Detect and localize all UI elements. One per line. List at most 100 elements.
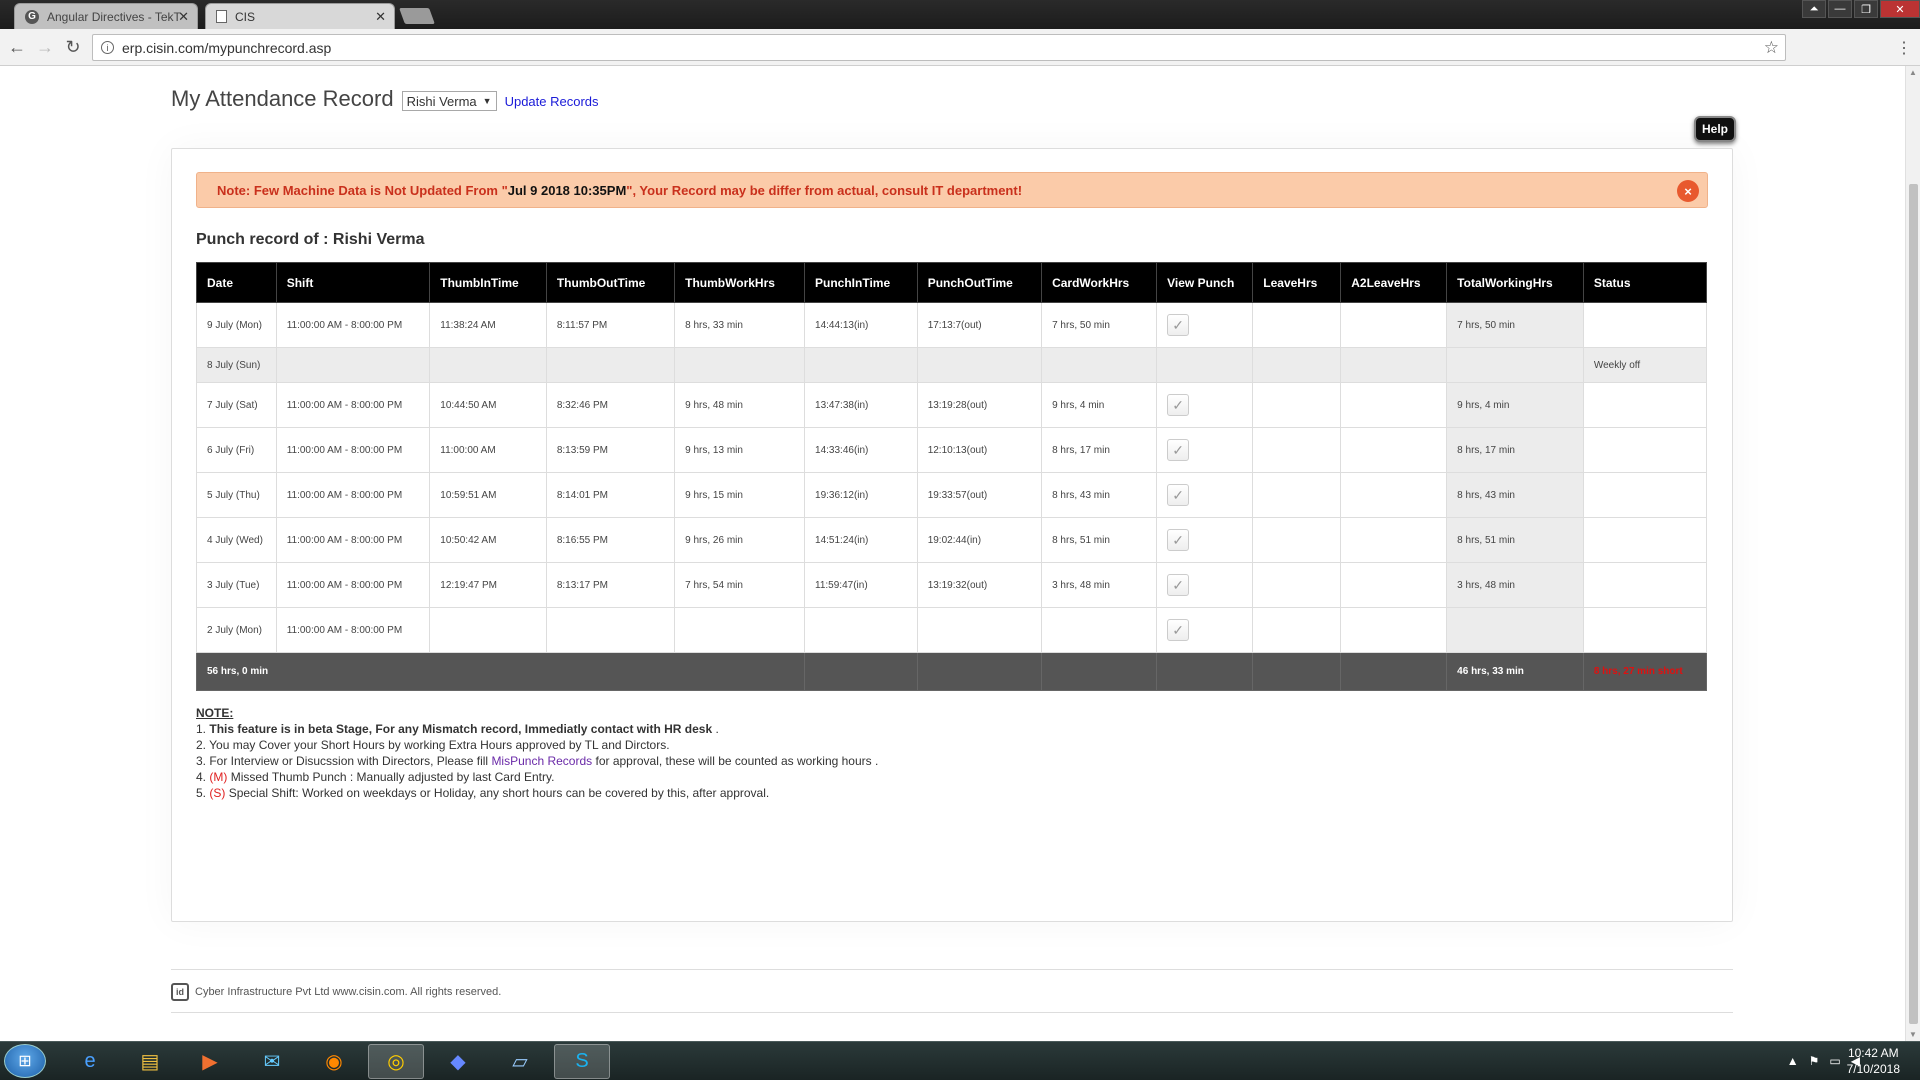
alert-prefix: Note: Few Machine Data is Not Updated Fr… [217,182,508,198]
mispunch-records-link[interactable]: MisPunch Records [491,754,592,768]
table-row: 6 July (Fri) 11:00:00 AM - 8:00:00 PM 11:0… [196,427,1708,473]
close-window-button[interactable]: ✕ [1880,0,1920,18]
attendance-panel: Note: Few Machine Data is Not Updated Fr… [171,148,1733,922]
page-header: My Attendance Record Rishi Verma ▼ Updat… [171,86,599,112]
reload-icon[interactable]: ↻ [62,37,84,58]
table-cell-card-hrs: 8 hrs, 17 min [1041,427,1158,473]
back-arrow-icon[interactable]: ← [6,37,28,58]
alert-close-icon[interactable]: × [1677,180,1699,202]
tab-cis[interactable]: CIS ✕ [205,3,395,29]
page-scrollbar[interactable]: ▲ ▼ [1905,66,1920,1041]
column-header: Shift [275,262,431,303]
table-cell-a2leave [1340,607,1448,653]
update-records-link[interactable]: Update Records [505,94,599,109]
table-cell-card-hrs: 7 hrs, 50 min [1041,302,1158,348]
close-tab-icon[interactable]: ✕ [375,9,386,25]
table-cell-shift [275,347,431,383]
table-cell-thumb-in: 11:00:00 AM [429,427,547,473]
column-header: ThumbWorkHrs [674,262,806,303]
view-punch-checkmark-icon[interactable]: ✓ [1167,314,1190,336]
action-center-flag-icon[interactable]: ⚑ [1809,1054,1820,1068]
employee-select[interactable]: Rishi Verma ▼ [401,91,497,111]
chrome-icon[interactable]: ◎ [368,1044,424,1079]
thunderbird-icon[interactable]: ✉ [244,1044,300,1079]
network-icon[interactable]: ▭ [1829,1054,1840,1068]
notes-app-icon[interactable]: ▱ [492,1044,548,1079]
tab-title: CIS [235,9,256,24]
footer: id Cyber Infrastructure Pvt Ltd www.cisi… [171,983,501,1001]
scrollbar-thumb[interactable] [1909,184,1918,1024]
total-empty-cell [1156,652,1254,691]
table-cell-a2leave [1340,302,1448,348]
punch-record-table: Date Shift ThumbInTime ThumbOutTime Thum… [195,262,1708,691]
bookmark-star-icon[interactable]: ☆ [1764,38,1779,58]
show-hidden-icons-icon[interactable]: ▲ [1787,1054,1799,1068]
table-cell-view: ✓ [1156,517,1254,563]
scroll-down-icon[interactable]: ▼ [1909,1030,1917,1039]
maximize-button[interactable]: ❐ [1854,0,1878,18]
table-cell-view: ✓ [1156,562,1254,608]
browser-tab-bar: G Angular Directives - TekT ✕ CIS ✕ ⏶ — … [0,0,1920,29]
table-cell-total [1446,347,1584,383]
table-cell-punch-in: 14:51:24(in) [804,517,918,563]
view-punch-checkmark-icon[interactable]: ✓ [1167,574,1190,596]
minimize-button[interactable]: — [1828,0,1852,18]
user-icon[interactable]: ⏶ [1802,0,1826,18]
note-item: 1. This feature is in beta Stage, For an… [196,722,719,736]
table-cell-status [1582,382,1708,428]
system-clock[interactable]: 10:42 AM 7/10/2018 [1847,1045,1900,1077]
notes-heading: NOTE: [196,706,234,720]
table-cell-punch-in: 14:44:13(in) [804,302,918,348]
total-empty-cell [1340,652,1448,691]
record-title: Punch record of : Rishi Verma [196,231,425,248]
windows-start-icon[interactable]: ⊞ [4,1044,46,1078]
column-header: View Punch [1156,262,1254,303]
table-cell-thumb-out: 8:11:57 PM [545,302,676,348]
table-row: 7 July (Sat) 11:00:00 AM - 8:00:00 PM 10:4… [196,382,1708,428]
table-cell-a2leave [1340,347,1448,383]
table-cell-view [1156,347,1254,383]
table-cell-punch-out: 12:10:13(out) [916,427,1043,473]
forward-arrow-icon[interactable]: → [34,37,56,58]
table-cell-thumb-in: 10:44:50 AM [429,382,547,428]
special-shift-tag: (S) [209,786,226,800]
table-cell-a2leave [1340,562,1448,608]
clock-time: 10:42 AM [1847,1046,1899,1060]
table-cell-shift: 11:00:00 AM - 8:00:00 PM [275,607,431,653]
table-cell-card-hrs: 3 hrs, 48 min [1041,562,1158,608]
internet-explorer-icon[interactable]: e [62,1044,118,1079]
file-explorer-icon[interactable]: ▤ [122,1044,178,1079]
media-player-icon[interactable]: ▶ [182,1044,238,1079]
table-cell-punch-in [804,347,918,383]
table-cell-thumb-hrs: 9 hrs, 48 min [674,382,806,428]
view-punch-checkmark-icon[interactable]: ✓ [1167,484,1190,506]
table-cell-date: 2 July (Mon) [196,607,277,653]
column-header: TotalWorkingHrs [1446,262,1584,303]
table-cell-total: 3 hrs, 48 min [1446,562,1584,608]
view-punch-checkmark-icon[interactable]: ✓ [1167,619,1190,641]
address-bar[interactable]: i erp.cisin.com/mypunchrecord.asp ☆ [92,34,1786,61]
view-punch-checkmark-icon[interactable]: ✓ [1167,439,1190,461]
browser-menu-icon[interactable]: ⋮ [1896,38,1912,58]
new-tab-button[interactable] [399,8,435,24]
column-header: Date [196,262,277,303]
help-button[interactable]: Help [1694,116,1736,142]
info-icon[interactable]: i [101,41,114,54]
table-cell-status [1582,472,1708,518]
skype-icon[interactable]: S [554,1044,610,1079]
table-cell-date: 3 July (Tue) [196,562,277,608]
table-cell-thumb-out: 8:13:17 PM [545,562,676,608]
firefox-icon[interactable]: ◉ [306,1044,362,1079]
view-punch-checkmark-icon[interactable]: ✓ [1167,529,1190,551]
view-punch-checkmark-icon[interactable]: ✓ [1167,394,1190,416]
note-number: 5. [196,786,207,800]
url-text: erp.cisin.com/mypunchrecord.asp [122,39,332,56]
table-cell-thumb-in: 11:38:24 AM [429,302,547,348]
visual-studio-icon[interactable]: ◆ [430,1044,486,1079]
dropdown-caret-icon: ▼ [482,96,492,106]
scroll-up-icon[interactable]: ▲ [1909,68,1917,77]
note-number: 1. [196,722,207,736]
tab-angular-directives[interactable]: G Angular Directives - TekT ✕ [14,3,198,29]
table-cell-shift: 11:00:00 AM - 8:00:00 PM [275,302,431,348]
close-tab-icon[interactable]: ✕ [178,9,189,25]
